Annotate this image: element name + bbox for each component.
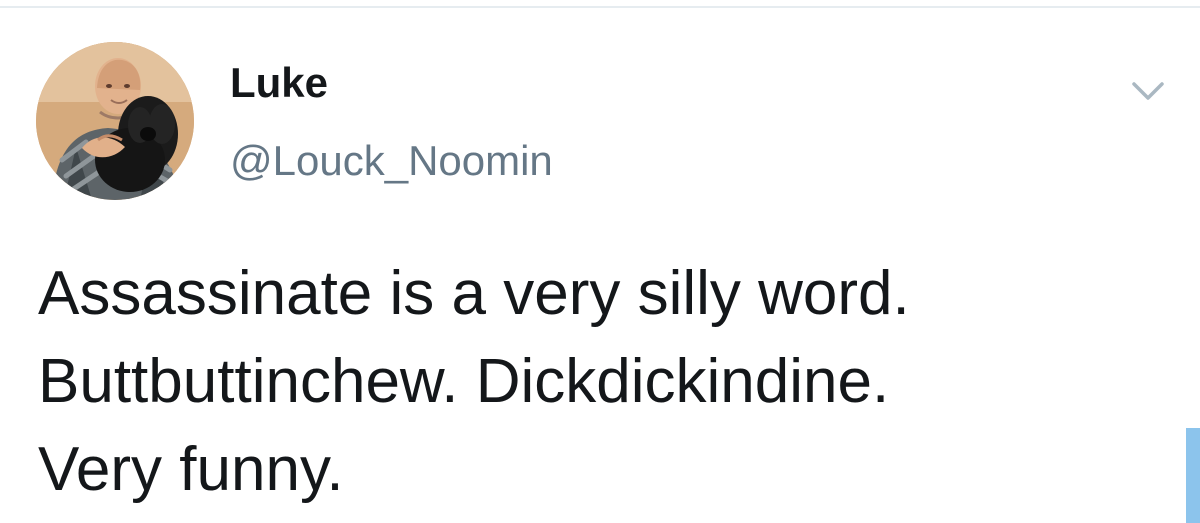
author-display-name[interactable]: Luke xyxy=(230,62,328,104)
tweet-text-line: Assassinate is a very silly word. xyxy=(38,259,910,328)
profile-photo-icon xyxy=(36,42,194,200)
tweet-card: Luke @Louck_Noomin Assassinate is a very… xyxy=(0,0,1200,523)
chevron-down-icon xyxy=(1132,82,1164,100)
author-handle[interactable]: @Louck_Noomin xyxy=(230,140,553,182)
tweet-text-line: Buttbuttinchew. Dickdickindine. xyxy=(38,347,890,416)
tweet-text-line: Very funny. xyxy=(38,435,344,504)
tweet-menu-button[interactable] xyxy=(1128,70,1168,110)
scroll-indicator[interactable] xyxy=(1186,428,1200,523)
top-divider xyxy=(0,6,1200,8)
avatar[interactable] xyxy=(36,42,194,200)
tweet-text: Assassinate is a very silly word. Buttbu… xyxy=(38,250,1158,514)
